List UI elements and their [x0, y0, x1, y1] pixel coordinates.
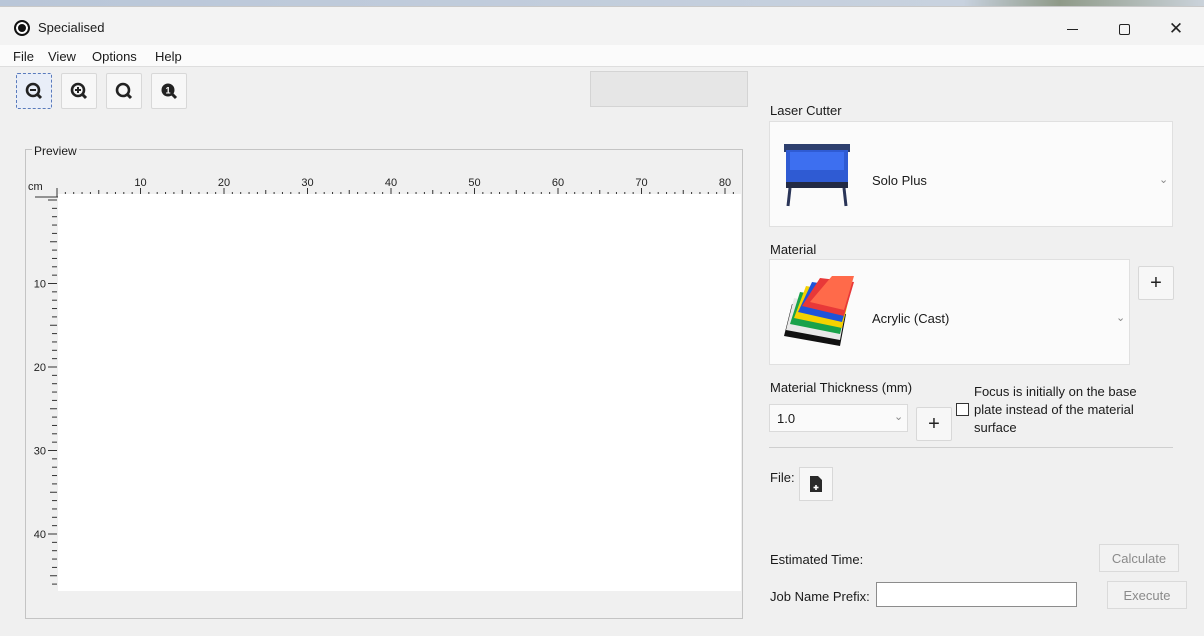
job-name-prefix-label: Job Name Prefix: — [770, 589, 870, 604]
ruler-x-tick-label: 10 — [134, 177, 146, 189]
material-label: Material — [770, 242, 817, 257]
panel-divider — [769, 447, 1173, 448]
laser-cutter-value: Solo Plus — [872, 173, 927, 188]
laser-cutter-icon — [784, 144, 850, 207]
laser-cutter-dropdown[interactable]: Solo Plus ⌄ — [769, 121, 1173, 227]
ruler-unit-label: cm — [28, 181, 43, 193]
job-name-prefix-input[interactable] — [876, 582, 1077, 607]
ruler-x-tick-label: 20 — [218, 177, 230, 189]
minimize-button[interactable] — [1052, 15, 1092, 43]
calculate-button[interactable]: Calculate — [1099, 544, 1179, 572]
execute-button[interactable]: Execute — [1107, 581, 1187, 609]
ruler-x-tick-label: 40 — [385, 177, 397, 189]
maximize-button[interactable] — [1104, 15, 1144, 43]
file-label: File: — [770, 470, 795, 485]
app-window: Specialised ✕ File View Options Help 1 P… — [0, 6, 1204, 636]
ruler-x-tick-label: 80 — [719, 177, 731, 189]
focus-checkbox-label: Focus is initially on the base plate ins… — [974, 384, 1137, 435]
maximize-icon — [1118, 23, 1130, 35]
ruler-y-tick-label: 40 — [34, 529, 46, 541]
ruler-y-tick-label: 20 — [34, 362, 46, 374]
close-icon: ✕ — [1168, 19, 1184, 38]
chevron-down-icon: ⌄ — [1116, 312, 1126, 324]
laser-cutter-label: Laser Cutter — [770, 103, 842, 118]
estimated-time-label: Estimated Time: — [770, 552, 864, 567]
thickness-value: 1.0 — [777, 411, 796, 426]
material-dropdown[interactable]: Acrylic (Cast) ⌄ — [769, 259, 1130, 365]
material-swatches-icon — [784, 276, 854, 346]
material-value: Acrylic (Cast) — [872, 311, 950, 326]
ruler-x-tick-label: 30 — [301, 177, 313, 189]
add-file-icon — [810, 476, 822, 492]
preview-canvas[interactable] — [58, 194, 741, 591]
add-material-button[interactable]: + — [1138, 266, 1174, 300]
ruler-y-tick-label: 10 — [34, 279, 46, 291]
chevron-down-icon: ⌄ — [1159, 174, 1169, 186]
open-file-button[interactable] — [799, 467, 833, 501]
ruler-x-tick-label: 70 — [635, 177, 647, 189]
ruler-y-tick-label: 30 — [34, 446, 46, 458]
focus-checkbox[interactable] — [956, 403, 969, 416]
thickness-label: Material Thickness (mm) — [770, 380, 913, 395]
ruler-x-tick-label: 50 — [468, 177, 480, 189]
thickness-select[interactable]: 1.0 ⌄ — [769, 404, 908, 432]
close-button[interactable]: ✕ — [1156, 15, 1196, 43]
chevron-down-icon: ⌄ — [894, 411, 904, 423]
add-thickness-button[interactable]: + — [916, 407, 952, 441]
minimize-icon — [1066, 28, 1078, 30]
ruler-x-tick-label: 60 — [552, 177, 564, 189]
